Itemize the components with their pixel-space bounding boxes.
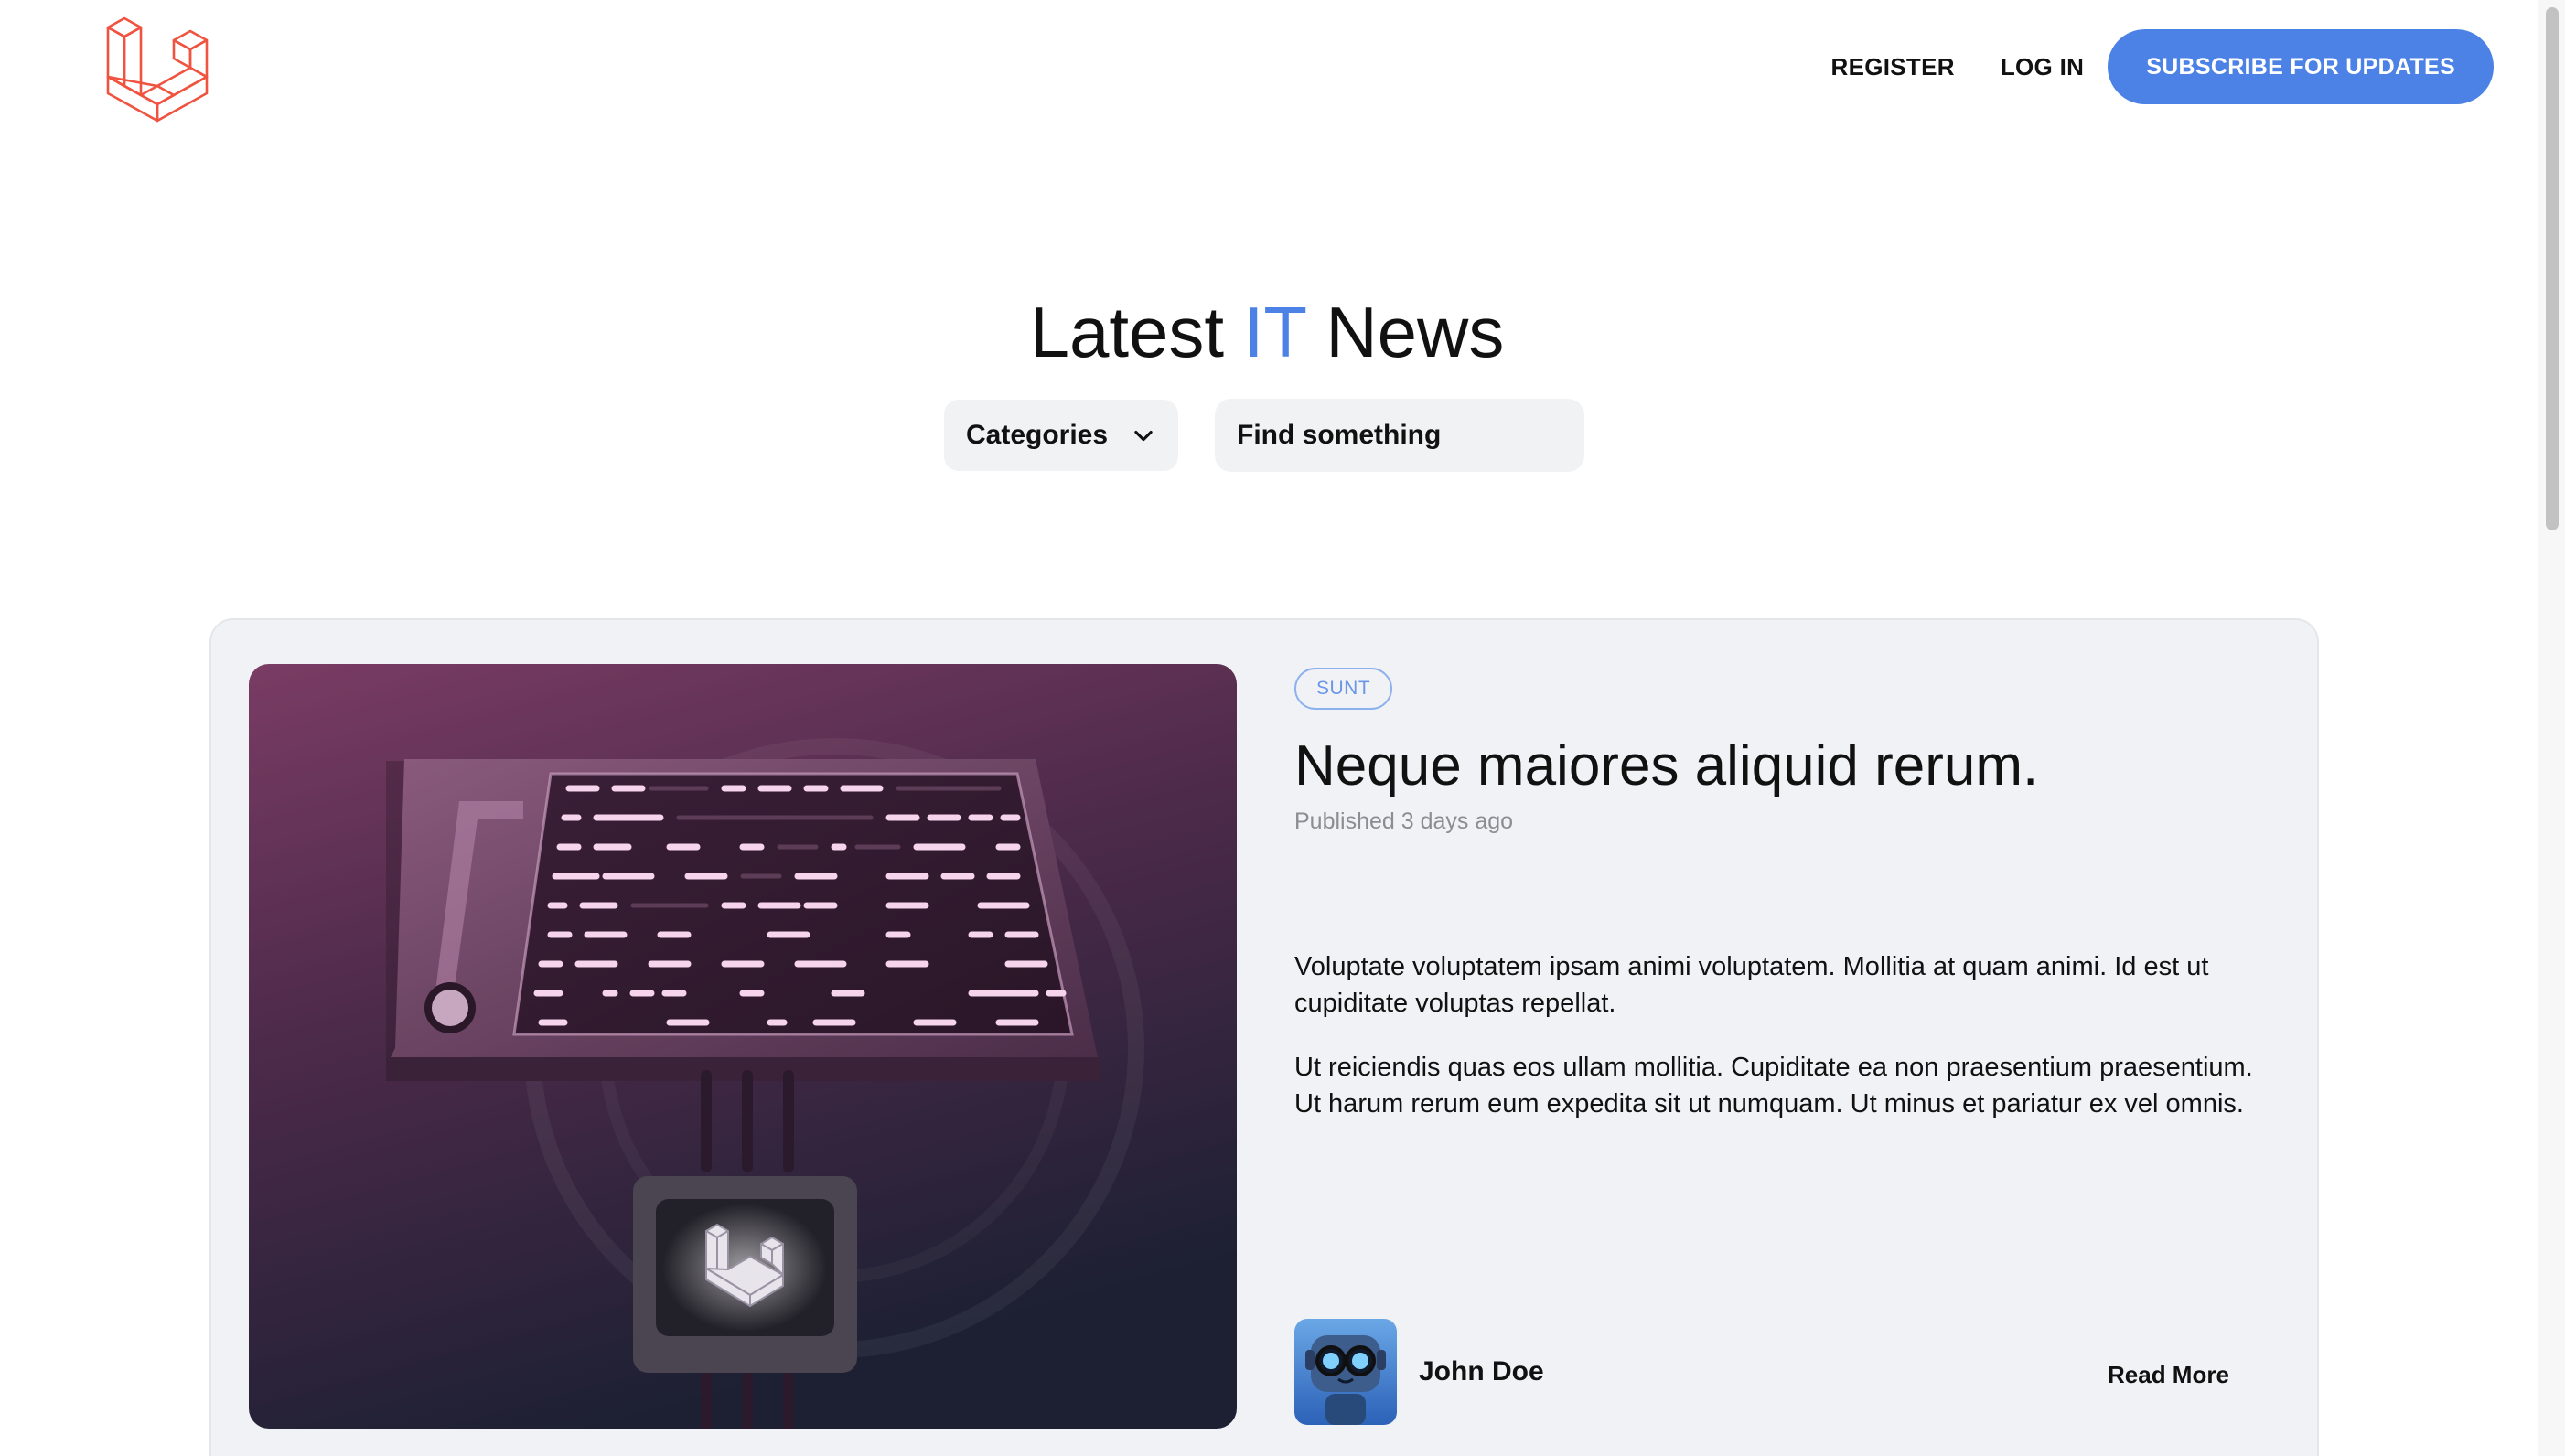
categories-dropdown[interactable]: Categories <box>944 400 1178 471</box>
register-link[interactable]: REGISTER <box>1831 53 1955 81</box>
post-image[interactable] <box>249 664 1237 1429</box>
laravel-server-illustration <box>249 664 1237 1429</box>
page-scrollbar[interactable] <box>2538 0 2565 1456</box>
category-tag[interactable]: SUNT <box>1294 668 1393 710</box>
laravel-logo-icon[interactable] <box>102 13 214 124</box>
post-body: SUNT Neque maiores aliquid rerum. Publis… <box>1294 668 2282 1150</box>
robot-avatar <box>1294 1319 1397 1425</box>
login-link[interactable]: LOG IN <box>2001 53 2084 81</box>
page: REGISTER LOG IN SUBSCRIBE FOR UPDATES La… <box>0 0 2565 1456</box>
author-name[interactable]: John Doe <box>1419 1356 1544 1387</box>
categories-label: Categories <box>966 420 1109 450</box>
published-date: Published 3 days ago <box>1294 808 1514 834</box>
search-input[interactable] <box>1215 399 1584 472</box>
top-nav: REGISTER LOG IN SUBSCRIBE FOR UPDATES <box>1831 29 2494 104</box>
chevron-down-icon <box>1134 430 1153 442</box>
excerpt-paragraph: Voluptate voluptatem ipsam animi volupta… <box>1294 952 2209 1018</box>
read-more-link[interactable]: Read More <box>2108 1361 2229 1389</box>
excerpt-paragraph: Ut reiciendis quas eos ullam mollitia. C… <box>1294 1053 2253 1119</box>
title-part-after: News <box>1305 292 1505 372</box>
scrollbar-thumb[interactable] <box>2546 7 2559 530</box>
title-accent: IT <box>1243 292 1306 372</box>
filters-bar: Categories <box>944 399 1584 472</box>
featured-post-card: SUNT Neque maiores aliquid rerum. Publis… <box>209 618 2319 1456</box>
post-title[interactable]: Neque maiores aliquid rerum. <box>1294 732 2282 801</box>
post-author: John Doe <box>1294 1319 1544 1425</box>
post-excerpt: Voluptate voluptatem ipsam animi volupta… <box>1294 948 2282 1122</box>
subscribe-button[interactable]: SUBSCRIBE FOR UPDATES <box>2108 29 2494 104</box>
title-part-before: Latest <box>1029 292 1244 372</box>
page-title: Latest IT News <box>0 291 2534 373</box>
